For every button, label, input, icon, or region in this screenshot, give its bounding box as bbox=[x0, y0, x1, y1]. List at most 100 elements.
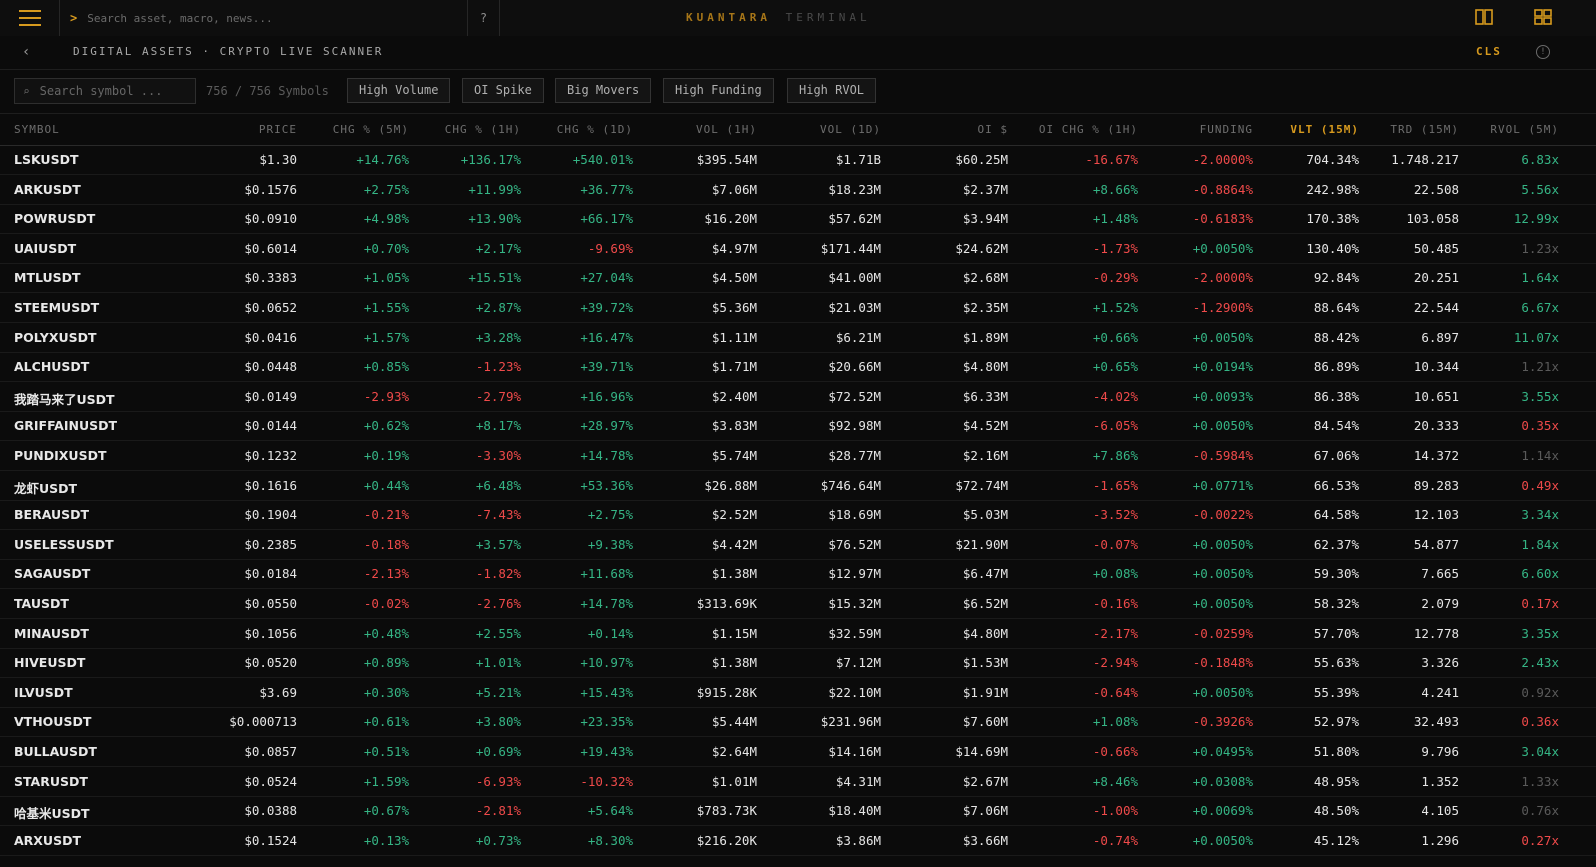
cell-funding: +0.0771% bbox=[1192, 477, 1253, 493]
cell-vlt: 64.58% bbox=[1313, 507, 1359, 523]
cell-funding: +0.0069% bbox=[1192, 803, 1253, 819]
cell-chg-5m: -0.21% bbox=[363, 507, 409, 523]
cell-symbol: ALCHUSDT bbox=[14, 359, 90, 375]
cell-funding: -0.0022% bbox=[1192, 507, 1253, 523]
table-row[interactable]: MTLUSDT $0.3383 +1.05% +15.51% +27.04% $4.50M… bbox=[0, 263, 1596, 294]
table-row[interactable]: POLYXUSDT $0.0416 +1.57% +3.28% +16.47% $1.11… bbox=[0, 323, 1596, 353]
cell-symbol: POWRUSDT bbox=[14, 211, 96, 227]
cell-chg-1h: +6.48% bbox=[475, 477, 521, 493]
cell-vol-1h: $5.74M bbox=[711, 448, 757, 463]
cell-oi-chg: -6.05% bbox=[1092, 418, 1138, 434]
table-row[interactable]: BULLAUSDT $0.0857 +0.51% +0.69% +19.43% $2.64… bbox=[0, 737, 1596, 767]
cell-oi-chg: -0.64% bbox=[1092, 684, 1138, 700]
back-icon[interactable]: ‹ bbox=[22, 44, 38, 60]
split-layout-icon[interactable] bbox=[1475, 9, 1493, 25]
cell-trd: 14.372 bbox=[1413, 448, 1459, 463]
cell-funding: +0.0495% bbox=[1192, 744, 1253, 759]
table-row[interactable]: TAUSDT $0.0550 -0.02% -2.76% +14.78% $313.69K… bbox=[0, 589, 1596, 619]
cell-oi: $2.35M bbox=[962, 300, 1008, 315]
cell-vlt: 242.98% bbox=[1306, 181, 1359, 197]
header-symbol[interactable]: SYMBOL bbox=[14, 123, 60, 136]
cell-vol-1h: $2.64M bbox=[711, 744, 757, 759]
header-oi-chg[interactable]: OI CHG % (1H) bbox=[1039, 123, 1138, 136]
menu-icon[interactable] bbox=[0, 0, 60, 36]
cell-rvol: 11.07x bbox=[1513, 329, 1559, 345]
cell-chg-5m: +0.61% bbox=[363, 714, 409, 730]
header-oi[interactable]: OI $ bbox=[978, 123, 1009, 136]
table-row[interactable]: STEEMUSDT $0.0652 +1.55% +2.87% +39.72% $5.36… bbox=[0, 293, 1596, 323]
table-row[interactable]: BERAUSDT $0.1904 -0.21% -7.43% +2.75% $2.52M $… bbox=[0, 500, 1596, 531]
cell-vol-1h: $5.44M bbox=[711, 714, 757, 730]
table-row[interactable]: ILVUSDT $3.69 +0.30% +5.21% +15.43% $915.28K $… bbox=[0, 678, 1596, 708]
header-chg-1h[interactable]: CHG % (1H) bbox=[445, 123, 521, 136]
chip-high-rvol[interactable]: High RVOL bbox=[787, 78, 877, 103]
cell-vol-1d: $92.98M bbox=[828, 418, 881, 434]
cell-vlt: 170.38% bbox=[1306, 211, 1359, 227]
table-row[interactable]: VTHOUSDT $0.000713 +0.61% +3.80% +23.35% $5.4… bbox=[0, 707, 1596, 738]
cell-chg-1d: +23.35% bbox=[580, 714, 633, 730]
header-chg-1d[interactable]: CHG % (1D) bbox=[557, 123, 633, 136]
cell-chg-5m: +1.59% bbox=[363, 773, 409, 789]
table-row[interactable]: ALCHUSDT $0.0448 +0.85% -1.23% +39.71% $1.71M… bbox=[0, 352, 1596, 383]
table-row[interactable]: USELESSUSDT $0.2385 -0.18% +3.57% +9.38% $4.4… bbox=[0, 530, 1596, 560]
cell-chg-1d: +0.14% bbox=[587, 625, 633, 641]
cell-price: $0.0388 bbox=[244, 803, 297, 819]
grid-layout-icon[interactable] bbox=[1534, 9, 1552, 25]
header-vol-1h[interactable]: VOL (1H) bbox=[696, 123, 757, 136]
cell-symbol: HIVEUSDT bbox=[14, 655, 86, 671]
header-vlt[interactable]: VLT (15M) bbox=[1290, 123, 1359, 136]
cls-button[interactable]: CLS bbox=[1476, 45, 1502, 58]
cell-vol-1h: $1.15M bbox=[711, 625, 757, 641]
chip-high-funding[interactable]: High Funding bbox=[663, 78, 774, 103]
table-row[interactable]: HIVEUSDT $0.0520 +0.89% +1.01% +10.97% $1.38M… bbox=[0, 648, 1596, 679]
cell-funding: +0.0050% bbox=[1192, 832, 1253, 848]
table-row[interactable]: MINAUSDT $0.1056 +0.48% +2.55% +0.14% $1.15M $… bbox=[0, 619, 1596, 649]
table-row[interactable]: 我踏马来了USDT $0.0149 -2.93% -2.79% +16.96% $2.40… bbox=[0, 382, 1596, 412]
table-row[interactable]: POWRUSDT $0.0910 +4.98% +13.90% +66.17% $16.2… bbox=[0, 204, 1596, 235]
cell-trd: 32.493 bbox=[1413, 714, 1459, 730]
cell-price: $0.1232 bbox=[244, 448, 297, 463]
header-price[interactable]: PRICE bbox=[259, 123, 297, 136]
cell-funding: -0.5984% bbox=[1192, 448, 1253, 463]
cell-chg-1d: +27.04% bbox=[580, 270, 633, 286]
table-row[interactable]: ARKUSDT $0.1576 +2.75% +11.99% +36.77% $7.06M… bbox=[0, 175, 1596, 205]
table-row[interactable]: UAIUSDT $0.6014 +0.70% +2.17% -9.69% $4.97M $1… bbox=[0, 234, 1596, 264]
symbol-search[interactable]: ⌕ bbox=[14, 78, 196, 104]
table-row[interactable]: PUNDIXUSDT $0.1232 +0.19% -3.30% +14.78% $5.7… bbox=[0, 441, 1596, 471]
table-row[interactable]: LSKUSDT $1.30 +14.76% +136.17% +540.01% $395.… bbox=[0, 145, 1596, 175]
header-rvol[interactable]: RVOL (5M) bbox=[1490, 123, 1559, 136]
header-chg-5m[interactable]: CHG % (5M) bbox=[333, 123, 409, 136]
table-row[interactable]: 哈基米USDT $0.0388 +0.67% -2.81% +5.64% $783.73K… bbox=[0, 796, 1596, 827]
chip-oi-spike[interactable]: OI Spike bbox=[462, 78, 544, 103]
chip-big-movers[interactable]: Big Movers bbox=[555, 78, 652, 103]
table-row[interactable]: 龙虾USDT $0.1616 +0.44% +6.48% +53.36% $26.88M $… bbox=[0, 471, 1596, 501]
cell-vol-1h: $1.38M bbox=[711, 655, 757, 671]
cell-oi: $3.94M bbox=[962, 211, 1008, 227]
prompt-icon: > bbox=[70, 11, 78, 25]
chip-high-volume[interactable]: High Volume bbox=[347, 78, 451, 103]
cell-trd: 2.079 bbox=[1421, 596, 1459, 611]
cell-price: $0.0910 bbox=[244, 211, 297, 227]
command-search-input[interactable] bbox=[85, 10, 460, 26]
cell-vol-1d: $4.31M bbox=[835, 773, 881, 789]
symbol-search-input[interactable] bbox=[37, 83, 182, 99]
table-row[interactable]: SAGAUSDT $0.0184 -2.13% -1.82% +11.68% $1.38M… bbox=[0, 559, 1596, 590]
cell-trd: 7.665 bbox=[1421, 566, 1459, 582]
cell-rvol: 0.17x bbox=[1521, 596, 1559, 611]
cell-trd: 22.508 bbox=[1413, 181, 1459, 197]
cell-trd: 89.283 bbox=[1413, 477, 1459, 493]
header-vol-1d[interactable]: VOL (1D) bbox=[820, 123, 881, 136]
info-icon[interactable]: ! bbox=[1536, 45, 1550, 59]
command-bar[interactable]: > bbox=[60, 0, 468, 36]
cell-symbol: 哈基米USDT bbox=[14, 806, 90, 822]
cell-symbol: MTLUSDT bbox=[14, 270, 81, 286]
table-row[interactable]: GRIFFAINUSDT $0.0144 +0.62% +8.17% +28.97% $3… bbox=[0, 411, 1596, 442]
table-row[interactable]: STARUSDT $0.0524 +1.59% -6.93% -10.32% $1.01M… bbox=[0, 767, 1596, 797]
cell-funding: +0.0050% bbox=[1192, 329, 1253, 345]
help-button[interactable]: ? bbox=[468, 0, 500, 36]
table-row[interactable]: ARXUSDT $0.1524 +0.13% +0.73% +8.30% $216.20K… bbox=[0, 826, 1596, 856]
header-funding[interactable]: FUNDING bbox=[1200, 123, 1253, 136]
header-trd[interactable]: TRD (15M) bbox=[1390, 123, 1459, 136]
cell-chg-5m: +0.19% bbox=[363, 448, 409, 463]
cell-chg-1h: -7.43% bbox=[475, 507, 521, 523]
